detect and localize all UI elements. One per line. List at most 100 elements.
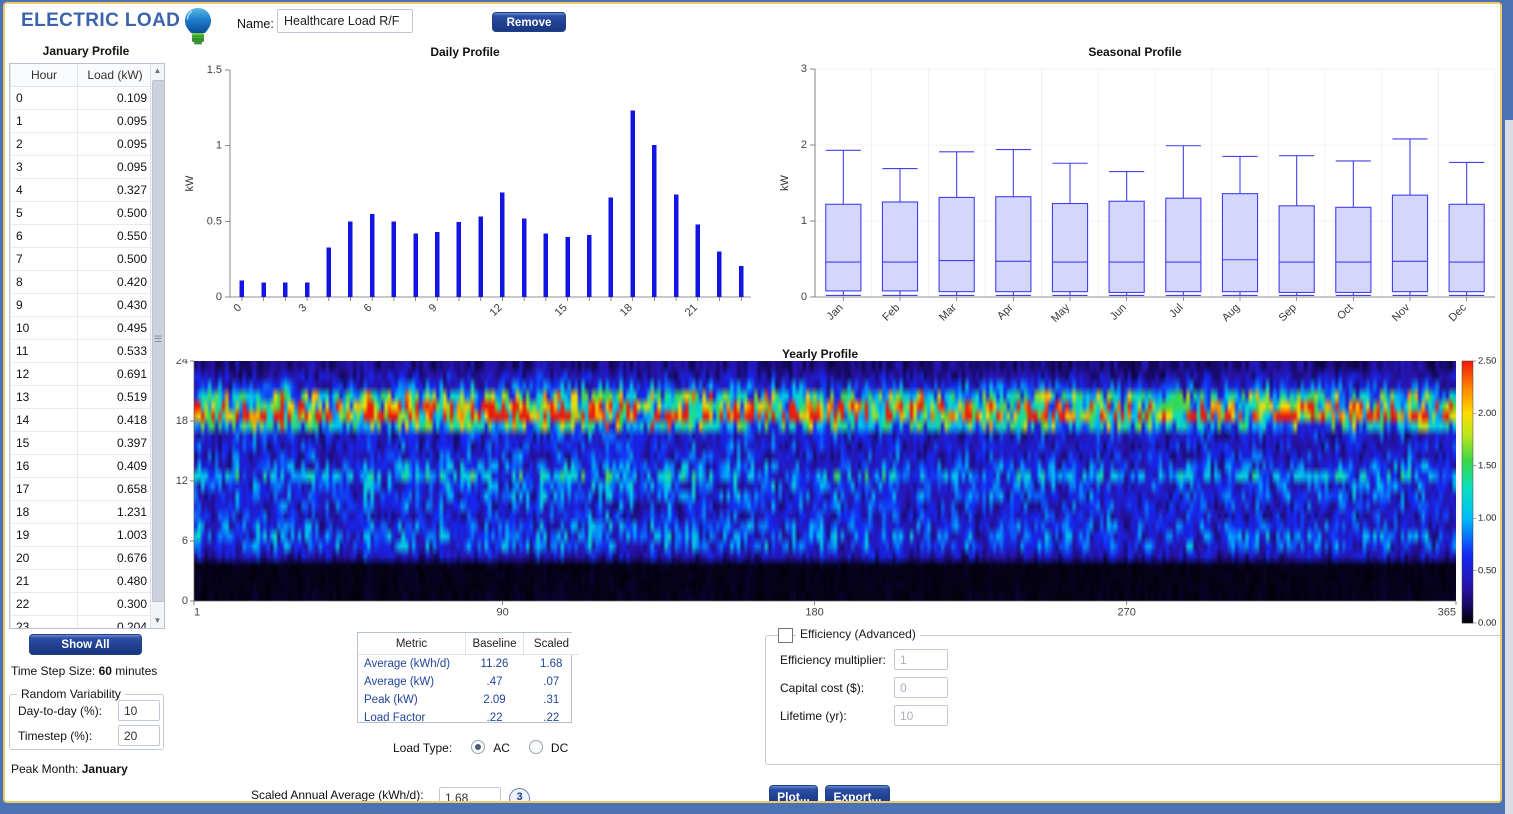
table-row[interactable]: 3 0.095 — [10, 155, 153, 179]
metrics-header-row: Metric Baseline Scaled — [358, 633, 579, 655]
load-type-label: Load Type: — [393, 741, 453, 755]
cell-load: 0.500 — [77, 201, 153, 225]
cell-load: 0.658 — [77, 477, 153, 501]
application-window: ELECTRIC LOAD Name: Remove — [0, 0, 1513, 814]
time-step-suffix: minutes — [111, 664, 158, 678]
scroll-up-icon[interactable]: ▲ — [151, 64, 164, 78]
table-row[interactable]: 21 0.480 — [10, 569, 153, 593]
cell-hour: 5 — [10, 201, 78, 225]
table-row[interactable]: 1 0.095 — [10, 109, 153, 133]
metrics-column-metric: Metric — [358, 633, 466, 655]
efficiency-checkbox[interactable] — [778, 628, 793, 643]
table-row[interactable]: 2 0.095 — [10, 132, 153, 156]
metric-name: Average (kW) — [364, 676, 435, 688]
remove-button[interactable]: Remove — [492, 12, 566, 32]
table-row[interactable]: 14 0.418 — [10, 408, 153, 432]
seasonal-profile-title: Seasonal Profile — [1088, 45, 1182, 59]
cell-hour: 17 — [10, 477, 78, 501]
table-row[interactable]: 18 1.231 — [10, 500, 153, 524]
cell-load: 1.231 — [77, 500, 153, 524]
load-name-input[interactable] — [277, 9, 413, 33]
table-row[interactable]: 23 0.204 — [10, 615, 153, 628]
cell-hour: 23 — [10, 615, 78, 628]
cell-hour: 1 — [10, 109, 78, 133]
cell-load: 0.430 — [77, 293, 153, 317]
table-row[interactable]: 13 0.519 — [10, 385, 153, 409]
metric-scaled: .31 — [543, 694, 560, 706]
lifetime-label: Lifetime (yr): — [780, 709, 847, 723]
cell-hour: 21 — [10, 569, 78, 593]
day-to-day-label: Day-to-day (%): — [18, 704, 103, 718]
metric-baseline: 2.09 — [483, 694, 506, 706]
january-hour-table[interactable]: Hour Load (kW) 0 0.109 1 0.095 2 0.095 3 0.095 4… — [9, 63, 165, 629]
load-type-option-dc: DC — [550, 741, 569, 755]
scaled-annual-average-input[interactable] — [439, 787, 501, 801]
table-row[interactable]: 0 0.109 — [10, 86, 153, 110]
table-row[interactable]: 17 0.658 — [10, 477, 153, 501]
load-type-row: Load Type: AC DC — [393, 740, 568, 755]
load-type-option-ac: AC — [493, 741, 510, 755]
table-row[interactable]: 7 0.500 — [10, 247, 153, 271]
cell-load: 0.550 — [77, 224, 153, 248]
metric-baseline: .47 — [486, 676, 503, 688]
daily-profile-chart — [168, 60, 758, 345]
table-row[interactable]: 16 0.409 — [10, 454, 153, 478]
metrics-row: Load Factor .22 .22 — [358, 709, 579, 727]
column-header-load: Load (kW) — [77, 64, 153, 87]
metric-baseline: .22 — [486, 712, 503, 724]
random-variability-group: Random Variability Day-to-day (%): Times… — [9, 687, 164, 750]
cell-hour: 3 — [10, 155, 78, 179]
table-header-row: Hour Load (kW) — [10, 64, 153, 87]
capital-cost-input[interactable] — [894, 677, 948, 698]
heatmap-colorbar — [1460, 356, 1500, 628]
peak-month-value: January — [81, 762, 128, 776]
cell-hour: 11 — [10, 339, 78, 363]
show-all-months-button[interactable]: Show All Months... — [29, 634, 142, 670]
cell-load: 0.495 — [77, 316, 153, 340]
cell-load: 0.095 — [77, 109, 153, 133]
export-button[interactable]: Export... — [825, 785, 890, 801]
capital-cost-label: Capital cost ($): — [780, 681, 865, 695]
timestep-label: Timestep (%): — [18, 729, 93, 743]
table-row[interactable]: 9 0.430 — [10, 293, 153, 317]
table-row[interactable]: 10 0.495 — [10, 316, 153, 340]
cell-load: 0.409 — [77, 454, 153, 478]
metrics-row: Peak (kW) 2.09 .31 — [358, 691, 579, 709]
cell-load: 0.095 — [77, 155, 153, 179]
table-row[interactable]: 5 0.500 — [10, 201, 153, 225]
plot-button[interactable]: Plot... — [769, 785, 818, 801]
table-row[interactable]: 8 0.420 — [10, 270, 153, 294]
cell-hour: 13 — [10, 385, 78, 409]
hour-table-scrollbar[interactable]: ▲ ☰ ▼ — [150, 64, 164, 628]
table-row[interactable]: 19 1.003 — [10, 523, 153, 547]
page-scrollbar[interactable] — [1505, 0, 1513, 814]
efficiency-multiplier-label: Efficiency multiplier: — [780, 653, 886, 667]
efficiency-multiplier-input[interactable] — [894, 649, 948, 670]
cell-load: 0.109 — [77, 86, 153, 110]
cell-hour: 9 — [10, 293, 78, 317]
table-row[interactable]: 11 0.533 — [10, 339, 153, 363]
table-row[interactable]: 12 0.691 — [10, 362, 153, 386]
lifetime-input[interactable] — [894, 705, 948, 726]
metric-scaled: .22 — [543, 712, 560, 724]
time-step-size-text: Time Step Size: 60 minutes — [11, 664, 157, 678]
table-row[interactable]: 15 0.397 — [10, 431, 153, 455]
table-row[interactable]: 4 0.327 — [10, 178, 153, 202]
table-row[interactable]: 6 0.550 — [10, 224, 153, 248]
day-to-day-input[interactable] — [118, 700, 160, 721]
cell-hour: 16 — [10, 454, 78, 478]
cell-load: 0.418 — [77, 408, 153, 432]
table-row[interactable]: 22 0.300 — [10, 592, 153, 616]
radio-ac[interactable] — [470, 740, 485, 754]
radio-dc[interactable] — [528, 740, 543, 754]
cell-load: 0.691 — [77, 362, 153, 386]
cell-hour: 2 — [10, 132, 78, 156]
table-row[interactable]: 20 0.676 — [10, 546, 153, 570]
daily-profile-title: Daily Profile — [430, 45, 500, 59]
page-scrollbar-thumb[interactable] — [1505, 0, 1513, 120]
scroll-down-icon[interactable]: ▼ — [151, 614, 164, 628]
help-badge-icon[interactable]: 3 — [509, 788, 530, 801]
cell-hour: 10 — [10, 316, 78, 340]
cell-load: 0.500 — [77, 247, 153, 271]
timestep-input[interactable] — [118, 725, 160, 746]
